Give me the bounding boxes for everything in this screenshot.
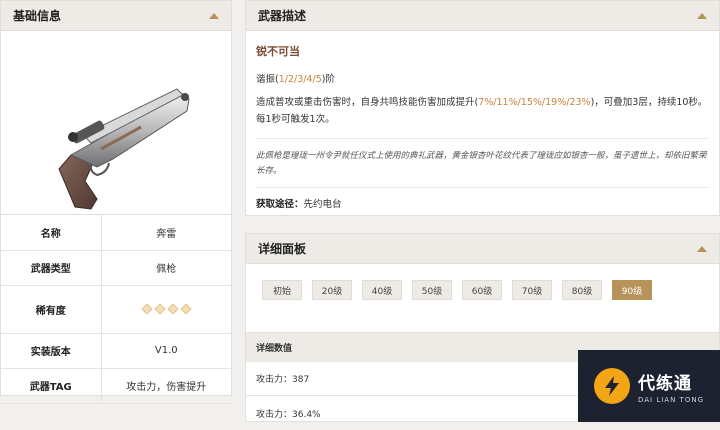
- level-tabs: 初始 20级 40级 50级 60级 70级 80级 90级: [246, 264, 719, 332]
- attr-row-type: 武器类型 佩枪: [1, 250, 231, 286]
- source-line: 获取途径：先约电台: [256, 196, 709, 210]
- level-tab-60[interactable]: 60级: [462, 280, 502, 300]
- level-tab-90[interactable]: 90级: [612, 280, 652, 300]
- basic-info-panel: 基础信息 名称 奔雷 武器类型 佩枪 稀有度 实装版本 V1.0 武器TAG 攻…: [0, 0, 232, 404]
- lightning-icon: [594, 368, 630, 404]
- weapon-image: [1, 31, 231, 215]
- attr-row-name: 名称 奔雷: [1, 215, 231, 251]
- collapse-chevron-icon[interactable]: [209, 12, 219, 19]
- detail-title: 详细面板: [258, 242, 307, 256]
- watermark-cn: 代练通: [638, 373, 692, 394]
- attr-row-tag: 武器TAG 攻击力，伤害提升: [1, 368, 231, 404]
- source-value: 先约电台: [303, 199, 342, 210]
- attr-value: 佩枪: [101, 250, 231, 286]
- level-tab-70[interactable]: 70级: [512, 280, 552, 300]
- attr-value: 攻击力，伤害提升: [101, 368, 231, 404]
- star-icon: [141, 303, 153, 315]
- tune-suffix: )阶: [321, 74, 335, 85]
- description-header[interactable]: 武器描述: [246, 1, 719, 31]
- level-tab-40[interactable]: 40级: [362, 280, 402, 300]
- pistol-icon: [58, 88, 190, 210]
- rarity-stars: [102, 303, 232, 315]
- star-icon: [167, 303, 179, 315]
- collapse-chevron-icon[interactable]: [697, 245, 707, 252]
- basic-info-title: 基础信息: [13, 9, 62, 23]
- attr-key: 武器类型: [1, 250, 102, 286]
- tune-prefix: 谐振(: [256, 74, 279, 85]
- effect-values: 7%/11%/15%/19%/23%: [478, 97, 591, 108]
- attr-key: 实装版本: [1, 333, 102, 369]
- attr-key: 武器TAG: [1, 368, 102, 404]
- attr-row-rarity: 稀有度: [1, 285, 232, 334]
- attr-key: 稀有度: [1, 285, 102, 334]
- attr-value: V1.0: [101, 333, 231, 369]
- flavor-text: 此佩枪是瑝珑一州令尹就任仪式上使用的典礼武器，黄金银杏叶花纹代表了瑝珑应如银杏一…: [256, 138, 709, 188]
- watermark-logo: 代练通 DAI LIAN TONG: [578, 350, 720, 422]
- collapse-chevron-icon[interactable]: [697, 12, 707, 19]
- tune-line: 谐振(1/2/3/4/5)阶: [256, 71, 709, 88]
- level-tab-80[interactable]: 80级: [562, 280, 602, 300]
- source-label: 获取途径：: [256, 199, 304, 210]
- tune-levels: 1/2/3/4/5: [278, 74, 322, 85]
- attr-value: 奔雷: [101, 215, 231, 251]
- watermark-en: DAI LIAN TONG: [638, 395, 705, 404]
- detail-header[interactable]: 详细面板: [246, 234, 719, 264]
- weapon-description-panel: 武器描述 锐不可当 谐振(1/2/3/4/5)阶 造成普攻或重击伤害时，自身共鸣…: [245, 0, 720, 216]
- description-title: 武器描述: [258, 9, 307, 23]
- level-tab-initial[interactable]: 初始: [262, 280, 302, 300]
- star-icon: [154, 303, 166, 315]
- attribute-table: 名称 奔雷 武器类型 佩枪 稀有度 实装版本 V1.0 武器TAG 攻击力，伤害…: [1, 215, 231, 404]
- basic-info-header[interactable]: 基础信息: [1, 1, 231, 31]
- effect-part-a: 造成普攻或重击伤害时，自身共鸣技能伤害加成提升(: [256, 97, 479, 108]
- effect-text: 造成普攻或重击伤害时，自身共鸣技能伤害加成提升(7%/11%/15%/19%/2…: [256, 94, 709, 128]
- skill-name: 锐不可当: [256, 45, 300, 58]
- level-tab-50[interactable]: 50级: [412, 280, 452, 300]
- level-tab-20[interactable]: 20级: [312, 280, 352, 300]
- star-icon: [180, 303, 192, 315]
- attr-key: 名称: [1, 215, 102, 251]
- attr-row-version: 实装版本 V1.0: [1, 333, 231, 369]
- attr-value: [101, 285, 232, 334]
